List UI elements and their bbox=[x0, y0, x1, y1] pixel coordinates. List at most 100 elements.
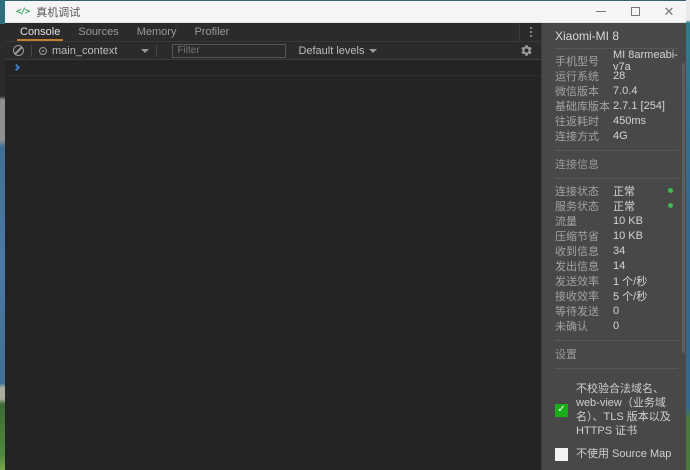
info-row: 服务状态 正常 bbox=[555, 198, 678, 213]
console-output[interactable] bbox=[5, 60, 541, 470]
tab-profiler[interactable]: Profiler bbox=[185, 23, 238, 41]
filter-input[interactable] bbox=[172, 43, 287, 58]
info-value: 7.0.4 bbox=[613, 84, 638, 97]
toolbar-separator bbox=[156, 44, 158, 57]
console-input-row[interactable] bbox=[5, 60, 541, 76]
info-label: 运行系统 bbox=[555, 70, 599, 83]
log-levels-label: Default levels bbox=[298, 44, 365, 57]
panel-scrollbar[interactable] bbox=[682, 63, 685, 353]
info-value: 14 bbox=[613, 259, 626, 272]
info-row: 基础库版本 2.7.1 [254] bbox=[555, 98, 678, 113]
info-row: 等待发送 0 bbox=[555, 303, 678, 318]
close-icon: ✕ bbox=[663, 4, 675, 19]
info-value: 10 KB bbox=[613, 214, 643, 227]
context-icon bbox=[39, 46, 47, 55]
info-value: 450ms bbox=[613, 114, 647, 127]
info-value: 4G bbox=[613, 129, 628, 142]
info-label: 连接状态 bbox=[555, 185, 599, 198]
maximize-icon bbox=[630, 7, 640, 16]
info-row: 收到信息 34 bbox=[555, 243, 678, 258]
info-label: 微信版本 bbox=[555, 85, 599, 98]
code-icon: </> bbox=[16, 6, 30, 17]
checkbox-unchecked-icon[interactable] bbox=[555, 447, 568, 461]
menu-dots-icon bbox=[529, 27, 532, 29]
settings-gear-icon[interactable] bbox=[520, 44, 533, 57]
devtools-pane: Console Sources Memory Profiler main_con… bbox=[5, 23, 541, 470]
info-row: 未确认 0 bbox=[555, 318, 678, 333]
info-row: 连接方式 4G bbox=[555, 128, 678, 143]
info-label: 压缩节省 bbox=[555, 230, 599, 243]
main-split: Console Sources Memory Profiler main_con… bbox=[5, 23, 686, 470]
window-title: 真机调试 bbox=[36, 6, 81, 19]
info-label: 接收效率 bbox=[555, 290, 599, 303]
info-label: 收到信息 bbox=[555, 245, 599, 258]
info-label: 往返耗时 bbox=[555, 115, 599, 128]
info-value: 正常 bbox=[613, 198, 678, 214]
tab-sources[interactable]: Sources bbox=[69, 23, 127, 41]
section-header-settings: 设置 bbox=[555, 340, 678, 369]
info-row: 流量 10 KB bbox=[555, 213, 678, 228]
device-info-section: 手机型号 MI 8armeabi-v7a 运行系统 28 微信版本 7.0.4 基础库… bbox=[555, 49, 678, 148]
title-bar: </> 真机调试 ✕ bbox=[5, 1, 686, 23]
connection-info-section: 连接状态 正常 服务状态 正常 流量 10 KB 压缩节省 10 KB 收到信息 34 发… bbox=[555, 179, 678, 338]
context-selected-label: main_context bbox=[52, 44, 118, 57]
context-selector[interactable]: main_context bbox=[39, 44, 150, 57]
status-ok-dot bbox=[668, 203, 673, 208]
info-row: 往返耗时 450ms bbox=[555, 113, 678, 128]
console-prompt-icon bbox=[12, 63, 21, 72]
window-controls: ✕ bbox=[584, 1, 686, 22]
info-row: 手机型号 MI 8armeabi-v7a bbox=[555, 49, 678, 73]
info-value: 正常 bbox=[613, 183, 678, 199]
info-value: 34 bbox=[613, 244, 626, 257]
info-value: 0 bbox=[613, 304, 620, 317]
app-window: </> 真机调试 ✕ Console Sources Memory Profil… bbox=[5, 0, 686, 470]
log-levels-selector[interactable]: Default levels bbox=[298, 44, 378, 57]
info-label: 发出信息 bbox=[555, 260, 599, 273]
info-row: 发出信息 14 bbox=[555, 258, 678, 273]
chevron-down-icon bbox=[141, 48, 150, 53]
minimize-button[interactable] bbox=[584, 1, 618, 22]
info-value: 1 个/秒 bbox=[613, 275, 648, 288]
console-toolbar: main_context Default levels bbox=[5, 41, 541, 60]
checkbox-checked-icon[interactable]: ✓ bbox=[555, 403, 568, 417]
info-value: 28 bbox=[613, 69, 626, 82]
setting-disable-source-map[interactable]: 不使用 Source Map bbox=[555, 447, 678, 461]
info-label: 发送效率 bbox=[555, 275, 599, 288]
status-ok-dot bbox=[668, 188, 673, 193]
close-button[interactable]: ✕ bbox=[652, 1, 686, 22]
info-value: 2.7.1 [254] bbox=[613, 99, 665, 112]
minimize-icon bbox=[596, 11, 606, 12]
devtools-menu-button[interactable] bbox=[519, 23, 541, 41]
settings-section: ✓ 不校验合法域名、web-view（业务域名）、TLS 版本以及 HTTPS … bbox=[555, 369, 678, 470]
setting-skip-domain-check[interactable]: ✓ 不校验合法域名、web-view（业务域名）、TLS 版本以及 HTTPS … bbox=[555, 382, 678, 438]
info-row: 运行系统 28 bbox=[555, 68, 678, 83]
info-label: 基础库版本 bbox=[555, 100, 610, 113]
device-name: Xiaomi-MI 8 bbox=[555, 23, 678, 49]
tab-memory[interactable]: Memory bbox=[128, 23, 186, 41]
info-value: 5 个/秒 bbox=[613, 290, 648, 303]
info-label: 流量 bbox=[555, 215, 577, 228]
info-row: 发送效率 1 个/秒 bbox=[555, 273, 678, 288]
tab-bar-spacer bbox=[238, 23, 519, 41]
info-row: 连接状态 正常 bbox=[555, 183, 678, 198]
devtools-tab-bar: Console Sources Memory Profiler bbox=[5, 23, 541, 41]
info-row: 微信版本 7.0.4 bbox=[555, 83, 678, 98]
toolbar-separator bbox=[31, 44, 32, 57]
info-value: 0 bbox=[613, 319, 620, 332]
tab-console[interactable]: Console bbox=[11, 23, 69, 41]
desktop-wallpaper-right bbox=[686, 0, 690, 470]
info-label: 服务状态 bbox=[555, 200, 599, 213]
info-row: 压缩节省 10 KB bbox=[555, 228, 678, 243]
info-label: 等待发送 bbox=[555, 305, 599, 318]
info-label: 连接方式 bbox=[555, 130, 599, 143]
info-label: 手机型号 bbox=[555, 55, 599, 68]
info-value: 10 KB bbox=[613, 229, 643, 242]
maximize-button[interactable] bbox=[618, 1, 652, 22]
clear-console-icon[interactable] bbox=[13, 45, 24, 56]
setting-label: 不校验合法域名、web-view（业务域名）、TLS 版本以及 HTTPS 证书 bbox=[576, 383, 671, 437]
info-row: 接收效率 5 个/秒 bbox=[555, 288, 678, 303]
setting-label: 不使用 Source Map bbox=[576, 448, 672, 460]
device-info-panel: Xiaomi-MI 8 手机型号 MI 8armeabi-v7a 运行系统 28 微… bbox=[541, 23, 686, 470]
section-header-connection: 连接信息 bbox=[555, 150, 678, 179]
info-label: 未确认 bbox=[555, 320, 588, 333]
